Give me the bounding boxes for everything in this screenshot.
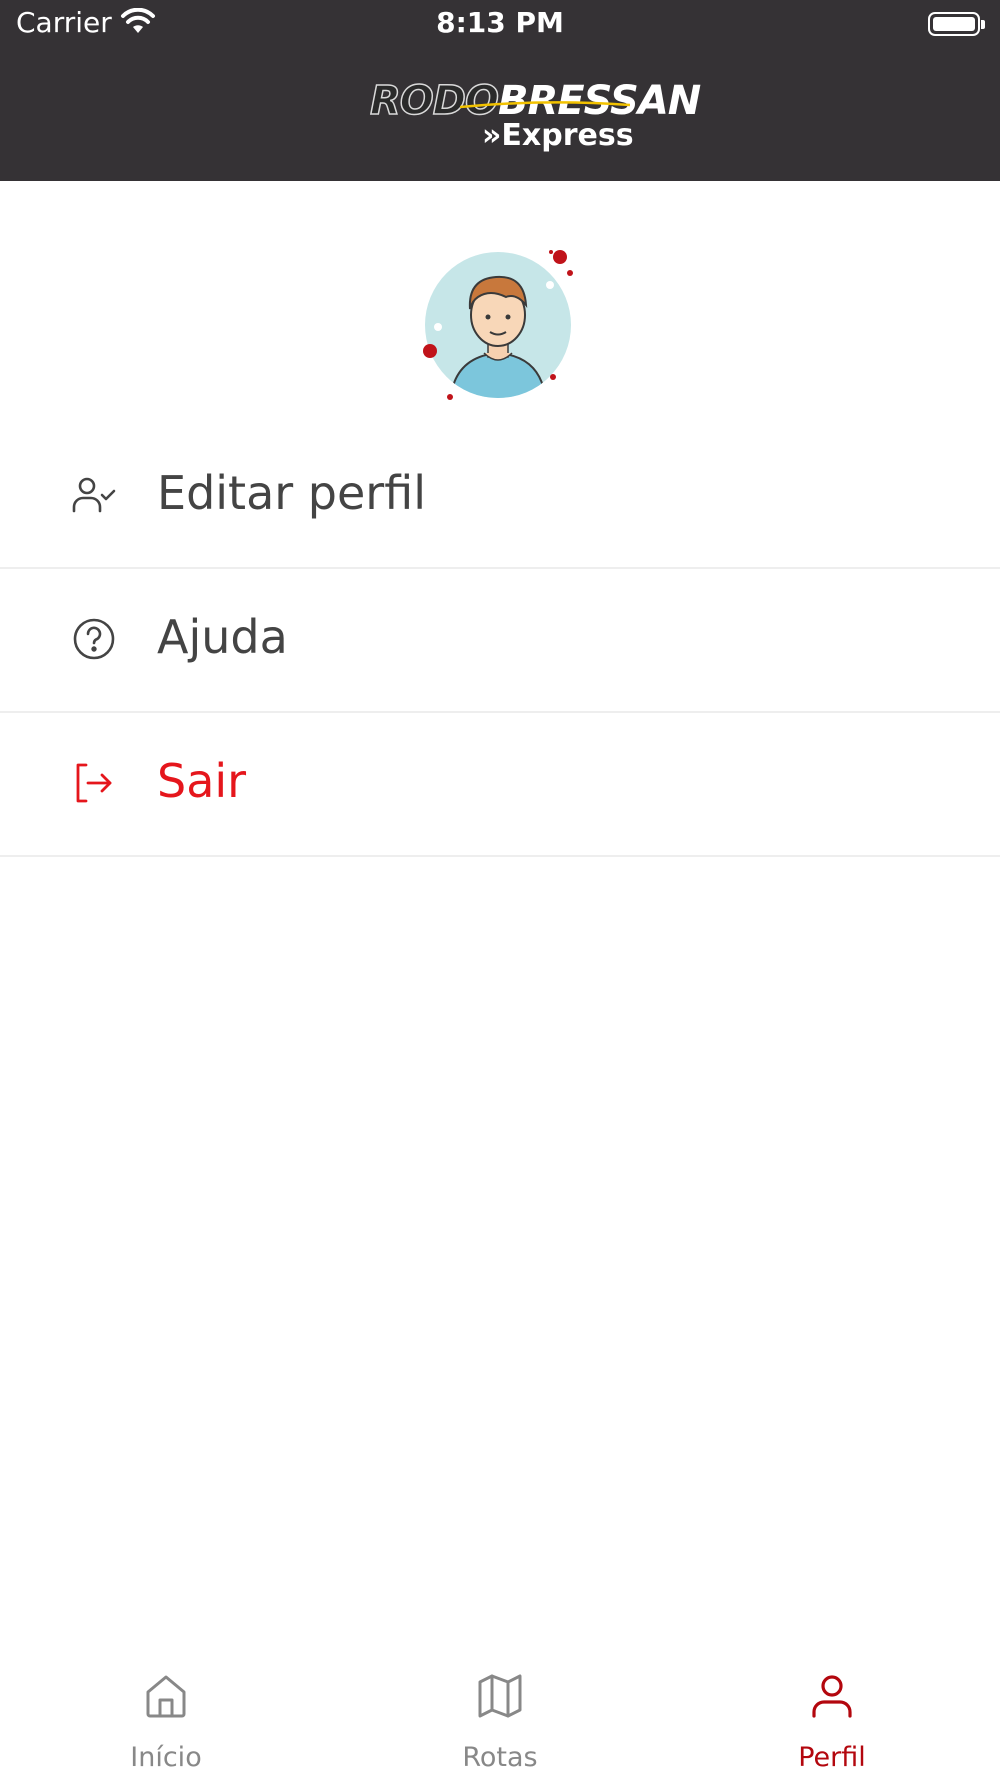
menu-item-help[interactable]: Ajuda	[0, 569, 1000, 713]
profile-avatar[interactable]	[420, 245, 580, 405]
tab-rotas[interactable]: Rotas	[390, 1660, 610, 1778]
menu-label-logout: Sair	[157, 754, 247, 808]
map-icon	[478, 1674, 522, 1718]
brand-logo: RODOBRESSAN »Express	[360, 77, 701, 154]
menu-item-edit-profile[interactable]: Editar perfil	[0, 425, 1000, 569]
menu-label-help: Ajuda	[157, 610, 288, 664]
menu-label-edit-profile: Editar perfil	[157, 466, 426, 520]
help-circle-icon	[73, 618, 115, 660]
user-check-icon	[72, 477, 116, 513]
status-time: 8:13 PM	[436, 6, 564, 39]
profile-menu: Editar perfil Ajuda Sair	[0, 425, 1000, 857]
user-avatar-illustration-icon	[423, 250, 573, 400]
logo-swoosh-icon	[460, 101, 630, 109]
menu-item-logout[interactable]: Sair	[0, 713, 1000, 857]
bottom-tab-bar: Início Rotas Perfil	[0, 1660, 1000, 1778]
tab-label-perfil: Perfil	[798, 1742, 866, 1773]
tab-label-rotas: Rotas	[462, 1742, 538, 1773]
status-bar: Carrier 8:13 PM	[0, 0, 1000, 52]
logo-subtitle: »Express	[482, 118, 634, 153]
log-out-icon	[76, 763, 112, 803]
tab-label-inicio: Início	[130, 1742, 202, 1773]
battery-icon	[928, 12, 985, 36]
tab-perfil[interactable]: Perfil	[722, 1660, 942, 1778]
home-icon	[146, 1675, 186, 1718]
tab-inicio[interactable]: Início	[56, 1660, 276, 1778]
user-icon	[812, 1675, 852, 1718]
app-header: Carrier 8:13 PM RODOBRESSAN »Express	[0, 0, 1000, 181]
